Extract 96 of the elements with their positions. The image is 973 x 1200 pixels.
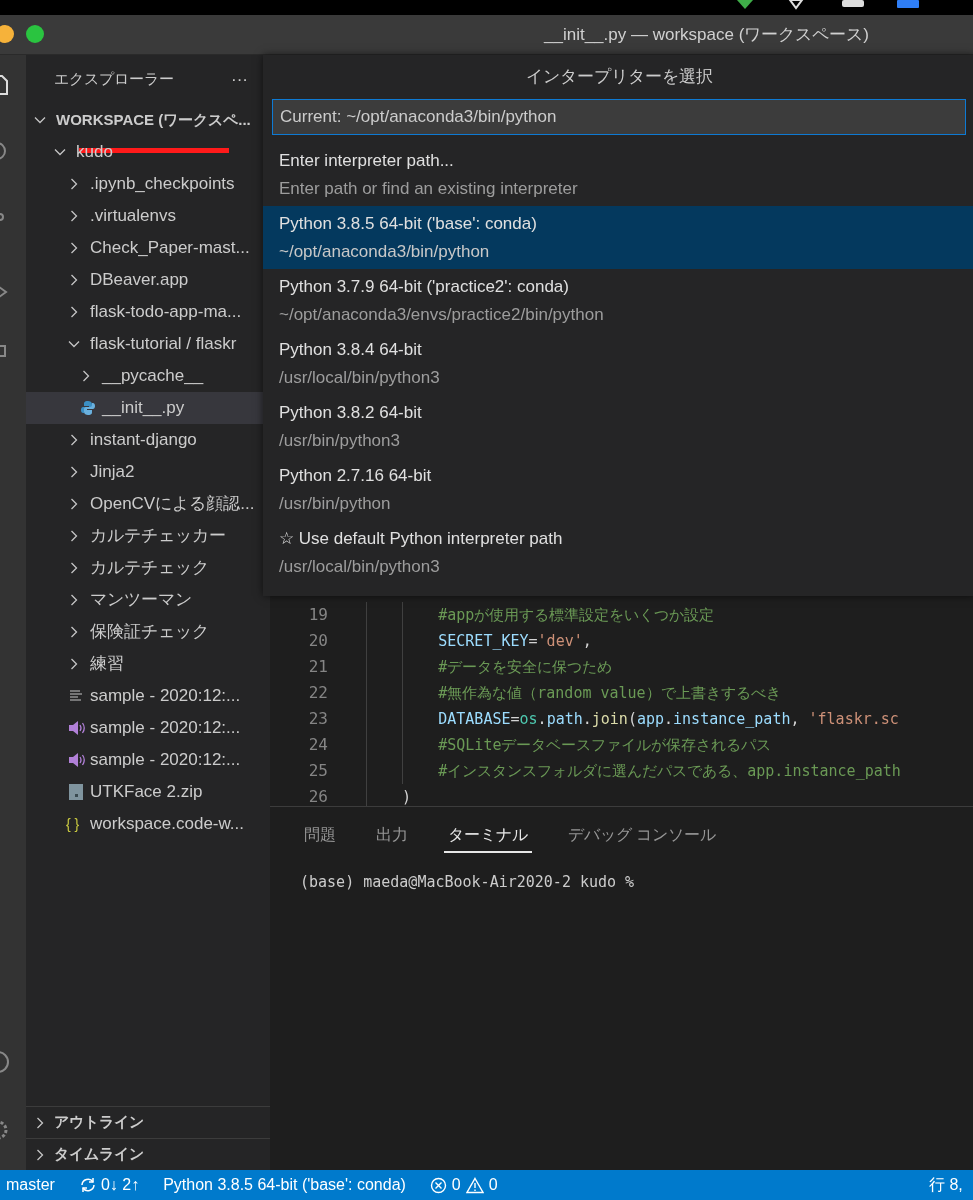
- input-field[interactable]: Current: ~/opt/anaconda3/bin/python: [272, 99, 966, 135]
- chevron-down-icon[interactable]: [68, 338, 80, 350]
- cursor-position[interactable]: 行 8,: [929, 1173, 973, 1197]
- folder-item[interactable]: 練習: [90, 651, 124, 677]
- chevron-right-icon[interactable]: [68, 466, 80, 478]
- section-header[interactable]: タイムライン: [54, 1143, 144, 1166]
- input-source-icon[interactable]: [897, 0, 919, 8]
- folder-item[interactable]: カルテチェッカー: [90, 523, 226, 549]
- speaker-icon: [68, 720, 88, 736]
- folder-item[interactable]: カルテチェック: [90, 555, 209, 581]
- chevron-right-icon[interactable]: [80, 370, 92, 382]
- chevron-right-icon[interactable]: [68, 658, 80, 670]
- error-count[interactable]: 0: [451, 1173, 461, 1197]
- chevron-down-icon[interactable]: [34, 114, 46, 126]
- interpreter-option[interactable]: Enter interpreter path... Enter path or find an existing interpreter: [263, 143, 973, 206]
- explorer-title: エクスプローラー: [54, 69, 174, 90]
- chevron-right-icon[interactable]: [68, 434, 80, 446]
- branch-status[interactable]: master: [0, 1173, 55, 1197]
- line-number: 24: [307, 734, 328, 756]
- interpreter-option[interactable]: Python 3.8.5 64-bit ('base': conda) ~/opt/anaconda3/bin/python: [263, 206, 973, 269]
- chevron-right-icon[interactable]: [68, 498, 80, 510]
- sync-status[interactable]: 0↓ 2↑: [100, 1173, 140, 1197]
- text-lines-icon: [68, 688, 84, 704]
- line-number: 23: [307, 708, 328, 730]
- folder-item[interactable]: Jinja2: [90, 459, 135, 485]
- warning-count[interactable]: 0: [488, 1173, 498, 1197]
- folder-item[interactable]: .ipynb_checkpoints: [90, 171, 235, 197]
- chevron-down-icon[interactable]: [54, 146, 66, 158]
- minimize-button[interactable]: [0, 25, 14, 43]
- interpreter-option[interactable]: Python 3.7.9 64-bit ('practice2': conda) ~/opt/anaconda3/envs/practice2/bin/python: [263, 269, 973, 332]
- code-line: #データを安全に保つため: [437, 656, 613, 678]
- code-line: #appが使用する標準設定をいくつか設定: [437, 604, 715, 626]
- panel-tab[interactable]: 出力: [372, 819, 412, 853]
- sync-icon[interactable]: [78, 1176, 97, 1194]
- panel-tab[interactable]: デバッグ コンソール: [564, 819, 721, 853]
- chevron-right-icon[interactable]: [68, 562, 80, 574]
- terminal-line: (base) maeda@MacBook-Air2020-2 kudo %: [300, 872, 636, 893]
- interpreter-option[interactable]: Python 2.7.16 64-bit /usr/bin/python: [263, 458, 973, 521]
- chevron-right-icon[interactable]: [68, 306, 80, 318]
- code-line: #SQLiteデータベースファイルが保存されるパス: [437, 734, 772, 756]
- folder-item[interactable]: OpenCVによる顔認...: [90, 491, 255, 517]
- chevron-right-icon[interactable]: [68, 274, 80, 286]
- folder-item[interactable]: .virtualenvs: [90, 203, 176, 229]
- zip-file-icon: [68, 783, 84, 801]
- chevron-right-icon[interactable]: [34, 1148, 46, 1161]
- workspace-header[interactable]: WORKSPACE (ワークスペ...: [56, 108, 251, 132]
- code-line: DATABASE=os.path.join(app.instance_path, 'flaskr.sc: [437, 708, 899, 730]
- folder-item[interactable]: instant-django: [90, 427, 197, 453]
- chevron-right-icon[interactable]: [34, 1116, 46, 1129]
- warning-icon[interactable]: [465, 1176, 484, 1194]
- code-line: #インスタンスフォルダに選んだパスである、app.instance_path: [437, 760, 901, 782]
- location-icon[interactable]: [788, 0, 804, 10]
- error-icon[interactable]: [429, 1176, 447, 1194]
- chevron-right-icon[interactable]: [68, 626, 80, 638]
- python-file-icon: [80, 400, 96, 416]
- line-number: 22: [307, 682, 328, 704]
- section-header[interactable]: アウトライン: [54, 1111, 144, 1134]
- file-item[interactable]: sample - 2020:12:...: [90, 747, 241, 773]
- file-item[interactable]: workspace.code-w...: [90, 811, 244, 837]
- zoom-button[interactable]: [26, 25, 44, 43]
- line-number: 25: [307, 760, 328, 782]
- more-actions-button[interactable]: ···: [231, 66, 248, 93]
- braces-icon: { }: [66, 813, 80, 835]
- folder-item[interactable]: Check_Paper-mast...: [90, 235, 250, 261]
- file-item[interactable]: UTKFace 2.zip: [90, 779, 203, 805]
- code-line: SECRET_KEY='dev',: [437, 630, 592, 652]
- status-icon[interactable]: [735, 0, 755, 10]
- picker-title: インタープリターを選択: [525, 66, 713, 89]
- chevron-right-icon[interactable]: [68, 178, 80, 190]
- battery-icon[interactable]: [842, 0, 864, 8]
- chevron-right-icon[interactable]: [68, 530, 80, 542]
- file-item[interactable]: __init__.py: [102, 395, 185, 421]
- speaker-icon: [68, 752, 88, 768]
- code-line: #無作為な値（random value）で上書きするべき: [437, 682, 781, 704]
- chevron-right-icon[interactable]: [68, 242, 80, 254]
- window-title: __init__.py — workspace (ワークスペース): [544, 23, 869, 46]
- file-item[interactable]: sample - 2020:12:...: [90, 715, 241, 741]
- folder-item[interactable]: flask-todo-app-ma...: [90, 299, 242, 325]
- file-item[interactable]: sample - 2020:12:...: [90, 683, 241, 709]
- folder-item[interactable]: 保険証チェック: [90, 619, 209, 645]
- line-number: 26: [307, 786, 328, 806]
- interpreter-option[interactable]: Python 3.8.4 64-bit /usr/local/bin/python3: [263, 332, 973, 395]
- folder-item[interactable]: __pycache__: [102, 363, 204, 389]
- panel-tab[interactable]: 問題: [300, 819, 340, 853]
- folder-item[interactable]: DBeaver.app: [90, 267, 189, 293]
- chevron-right-icon[interactable]: [68, 210, 80, 222]
- line-number: 20: [307, 630, 328, 652]
- interpreter-option[interactable]: ☆ Use default Python interpreter path /usr/local/bin/python3: [263, 521, 973, 584]
- line-number: 19: [307, 604, 328, 626]
- folder-item[interactable]: flask-tutorial / flaskr: [90, 331, 237, 357]
- line-number: 21: [307, 656, 328, 678]
- chevron-right-icon[interactable]: [68, 594, 80, 606]
- folder-item[interactable]: マンツーマン: [90, 587, 192, 613]
- interpreter-status[interactable]: Python 3.8.5 64-bit ('base': conda): [163, 1173, 406, 1197]
- code-line: ): [401, 786, 412, 806]
- panel-tab[interactable]: ターミナル: [444, 819, 532, 853]
